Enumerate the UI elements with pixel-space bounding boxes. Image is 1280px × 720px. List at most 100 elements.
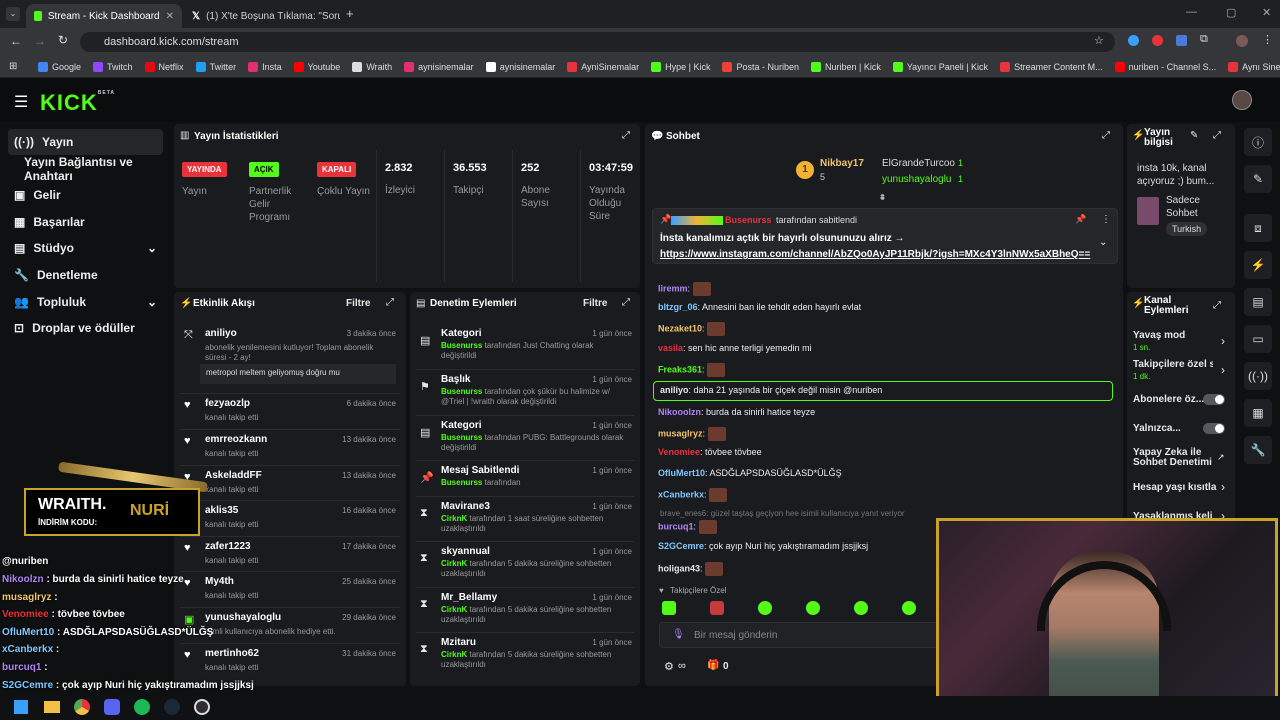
info-button[interactable]: ⓘ	[1244, 128, 1272, 156]
maximize-icon[interactable]: ▢	[1226, 6, 1236, 19]
emote-icon[interactable]	[806, 601, 820, 615]
chrome-icon[interactable]	[74, 699, 90, 715]
bookmark-item[interactable]: Netflix	[144, 61, 184, 72]
obs-icon[interactable]	[194, 699, 210, 715]
sidebar-item-stream-key[interactable]: Yayın Bağlantısı ve Anahtarı	[18, 155, 168, 183]
minimize-icon[interactable]: —	[1186, 6, 1197, 18]
bookmark-item[interactable]: Twitch	[93, 61, 133, 72]
filter-button[interactable]: Filtre	[346, 298, 370, 309]
sidebar-item-yayin[interactable]: ((·)) Yayın	[8, 129, 163, 155]
expand-icon[interactable]: ⤢	[622, 130, 630, 141]
chat-username[interactable]: liremm	[658, 283, 688, 293]
unpin-icon[interactable]: 📌	[1075, 214, 1086, 225]
steam-icon[interactable]	[164, 699, 180, 715]
emote-only-toggle[interactable]	[1203, 423, 1225, 434]
bookmark-item[interactable]: Google	[38, 61, 81, 72]
extension-icon[interactable]	[1176, 35, 1187, 46]
bookmark-item[interactable]: AyniSinemalar	[567, 61, 639, 72]
sidebar-item-gelir[interactable]: ▣ Gelir	[8, 182, 163, 208]
chat-username[interactable]: OfluMert10	[658, 468, 705, 478]
close-icon[interactable]: ✕	[166, 11, 174, 22]
chat-username[interactable]: S2GCemre	[658, 541, 704, 551]
bookmark-item[interactable]: nuriben - Channel S...	[1114, 61, 1216, 72]
bookmark-item[interactable]: Nuriben | Kick	[810, 61, 881, 72]
bookmark-item[interactable]: Posta - Nuriben	[722, 61, 799, 72]
chat-username[interactable]: Nikooolzn	[658, 407, 701, 417]
extension-icon[interactable]	[1128, 35, 1139, 46]
slow-mode-option[interactable]: Yavaş mod 1 sn. ›	[1133, 330, 1231, 356]
reload-icon[interactable]: ↻	[58, 33, 68, 47]
notes-button[interactable]: ▤	[1244, 288, 1272, 316]
expand-icon[interactable]: ⤢	[1213, 130, 1221, 141]
chat-username[interactable]: vasila	[658, 343, 683, 353]
chat-username[interactable]: aniliyo	[660, 385, 689, 395]
emote-icon[interactable]	[662, 601, 676, 615]
kick-logo[interactable]: KICKBETA	[40, 90, 115, 116]
more-options-icon[interactable]: ⋮	[1101, 214, 1111, 225]
sidebar-item-basarilar[interactable]: ▦ Başarılar	[8, 209, 163, 235]
tab-x[interactable]: 𝕏 (1) X'te Boşuna Tıklama: "Soru: ✕	[184, 4, 340, 28]
bookmark-star-icon[interactable]: ☆	[1094, 34, 1104, 47]
back-icon[interactable]: ←	[10, 34, 22, 48]
expand-icon[interactable]: ⤢	[1213, 300, 1221, 311]
edit-icon[interactable]: ✎	[1190, 130, 1198, 141]
lightning-button[interactable]: ⚡	[1244, 251, 1272, 279]
puzzle-icon[interactable]: ⧉	[1200, 33, 1208, 46]
sidebar-item-studyo[interactable]: ▤ Stüdyo ⌄	[8, 235, 163, 261]
menu-dots-icon[interactable]: ⋮	[1262, 33, 1273, 46]
mic-icon[interactable]: 🎙	[672, 629, 685, 640]
layout-button[interactable]: ▦	[1244, 399, 1272, 427]
chat-username[interactable]: burcuq1	[658, 521, 694, 531]
emote-icon[interactable]	[854, 601, 868, 615]
emote-icon[interactable]	[758, 601, 772, 615]
spotify-icon[interactable]	[134, 699, 150, 715]
bookmark-item[interactable]: Twitter	[195, 61, 236, 72]
bookmark-item[interactable]: Yayıncı Paneli | Kick	[892, 61, 988, 72]
flash-button[interactable]: ⧈	[1244, 214, 1272, 242]
chat-username[interactable]: bltzgr_06	[658, 302, 698, 312]
followers-only-option[interactable]: Takipçilere özel s 1 dk. ›	[1133, 359, 1231, 385]
expand-icon[interactable]: ⤢	[1102, 130, 1110, 141]
file-explorer-icon[interactable]	[44, 701, 60, 713]
infinity-icon[interactable]: ∞	[678, 660, 686, 672]
chat-username[interactable]: Freaks361	[658, 364, 702, 374]
bookmark-item[interactable]: Hype | Kick	[651, 61, 710, 72]
broadcast-button[interactable]: ((·))	[1244, 362, 1272, 390]
chat-button[interactable]: ▭	[1244, 325, 1272, 353]
account-age-option[interactable]: Hesap yaşı kısıtla ›	[1133, 480, 1231, 497]
settings-icon[interactable]: ⚙	[664, 660, 674, 673]
chat-username[interactable]: Nezaket10	[658, 323, 702, 333]
sidebar-item-denetleme[interactable]: 🔧 Denetleme	[8, 262, 163, 288]
bookmark-item[interactable]: Streamer Content M...	[1000, 61, 1103, 72]
chevron-down-icon[interactable]: ⌄	[1099, 237, 1107, 248]
tools-button[interactable]: 🔧	[1244, 436, 1272, 464]
gift-icon[interactable]: 🎁	[707, 660, 719, 671]
ai-moderation-option[interactable]: Yapay Zeka ile Sohbet Denetimi ↗	[1133, 448, 1231, 474]
edit-button[interactable]: ✎	[1244, 165, 1272, 193]
bookmark-item[interactable]: Aynı Sinemalar - Ça...	[1228, 61, 1280, 72]
sidebar-item-topluluk[interactable]: 👥 Topluluk ⌄	[8, 289, 163, 315]
close-window-icon[interactable]: ✕	[1262, 6, 1271, 19]
subs-only-option[interactable]: Abonelere öz...	[1133, 393, 1231, 409]
filter-icon[interactable]: ⩩	[880, 192, 885, 203]
emote-icon[interactable]	[902, 601, 916, 615]
emote-icon[interactable]	[710, 601, 724, 615]
tab-kick-dashboard[interactable]: Stream - Kick Dashboard ✕	[26, 4, 182, 28]
bookmark-item[interactable]: aynisinemalar	[485, 61, 555, 72]
discord-icon[interactable]	[104, 699, 120, 715]
bookmark-item[interactable]: Insta	[248, 61, 282, 72]
bookmark-item[interactable]: Youtube	[293, 61, 340, 72]
chat-username[interactable]: musaglryz	[658, 428, 703, 438]
user-avatar[interactable]	[1232, 90, 1252, 110]
bookmark-item[interactable]: aynisinemalar	[404, 61, 474, 72]
subs-only-toggle[interactable]	[1203, 394, 1225, 405]
profile-icon[interactable]	[1236, 35, 1248, 47]
chat-username[interactable]: Venomiee	[658, 447, 700, 457]
url-field[interactable]: dashboard.kick.com/stream	[80, 32, 1115, 52]
chat-username[interactable]: holigan43	[658, 563, 700, 573]
apps-grid-icon[interactable]: ⊞	[9, 61, 17, 72]
tab-search-icon[interactable]: ⌄	[6, 7, 20, 21]
pinned-link[interactable]: https://www.instagram.com/channel/AbZQo0…	[660, 249, 1090, 260]
expand-icon[interactable]: ⤢	[386, 297, 394, 308]
filter-button[interactable]: Filtre	[583, 298, 607, 309]
